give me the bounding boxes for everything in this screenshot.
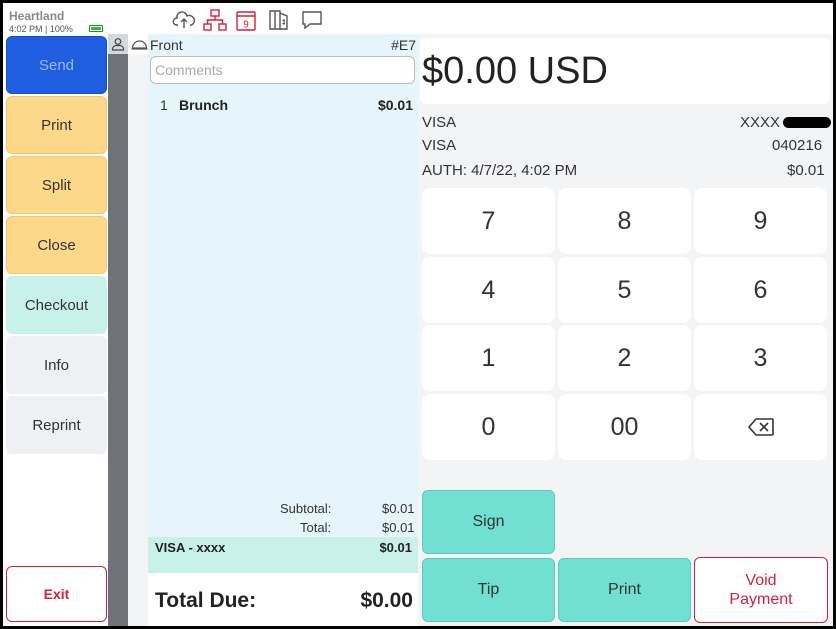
subtotal-value: $0.01 [382, 501, 415, 516]
calendar-day-text: 9 [243, 20, 249, 31]
total-due-value: $0.00 [360, 589, 413, 612]
keypad-1[interactable]: 1 [422, 325, 555, 391]
carrier-label: Heartland [9, 9, 65, 23]
receipt-icon[interactable] [267, 8, 291, 32]
keypad-4[interactable]: 4 [422, 257, 555, 323]
keypad-8[interactable]: 8 [558, 188, 691, 254]
battery-icon [89, 25, 103, 32]
void-payment-button[interactable]: Void Payment [694, 557, 828, 623]
close-button[interactable]: Close [6, 216, 107, 274]
payment-amount: $0.01 [379, 540, 412, 555]
checkout-button[interactable]: Checkout [6, 276, 107, 334]
total-due-label: Total Due: [155, 589, 257, 612]
card-type-label: VISA [422, 114, 457, 131]
clock-battery-text: 4:02 PM | 100% [9, 24, 73, 34]
send-button[interactable]: Send [6, 36, 107, 94]
card-number-redaction [783, 117, 831, 128]
amount-text: $0.00 USD [422, 50, 608, 92]
reprint-button[interactable]: Reprint [6, 396, 107, 454]
card-number-masked: XXXX [740, 114, 781, 131]
total-due-row: Total Due: $0.00 [148, 573, 418, 626]
tip-button[interactable]: Tip [422, 558, 555, 622]
print-receipt-button[interactable]: Print [558, 558, 691, 622]
person-icon [111, 38, 125, 51]
keypad-0[interactable]: 0 [422, 394, 555, 460]
split-button[interactable]: Split [6, 156, 107, 214]
amount-display: $0.00 USD [420, 38, 830, 104]
auth-timestamp: AUTH: 4/7/22, 4:02 PM [422, 162, 578, 179]
seat-divider-bar [108, 34, 128, 626]
keypad-6[interactable]: 6 [694, 257, 827, 323]
auth-code: 040216 [772, 137, 823, 154]
keypad-9[interactable]: 9 [694, 188, 827, 254]
item-name: Brunch [179, 97, 228, 113]
payment-method-label: VISA - xxxx [155, 540, 226, 555]
keypad-5[interactable]: 5 [558, 257, 691, 323]
comments-input[interactable] [150, 56, 415, 84]
action-sidebar: Send Print Split Close Checkout Info Rep… [3, 34, 108, 626]
subtotal-label: Subtotal: [280, 501, 332, 516]
total-value: $0.01 [382, 520, 415, 535]
print-check-button[interactable]: Print [6, 96, 107, 154]
network-icon[interactable] [203, 8, 227, 32]
keypad-00[interactable]: 00 [558, 394, 691, 460]
item-price: $0.01 [377, 97, 413, 113]
service-bell-icon [131, 40, 148, 50]
cloud-upload-icon[interactable] [172, 8, 196, 32]
keypad-2[interactable]: 2 [558, 325, 691, 391]
payment-row[interactable]: VISA - xxxx $0.01 [148, 537, 418, 573]
total-label: Total: [300, 520, 332, 535]
backspace-button[interactable] [694, 394, 827, 460]
check-number: #E7 [391, 37, 416, 53]
keypad-7[interactable]: 7 [422, 188, 555, 254]
exit-button[interactable]: Exit [6, 566, 107, 622]
sign-button[interactable]: Sign [422, 490, 555, 554]
info-button[interactable]: Info [6, 336, 107, 394]
dining-area-label: Front [150, 37, 183, 53]
keypad-3[interactable]: 3 [694, 325, 827, 391]
calendar-icon[interactable]: 9 [234, 8, 258, 32]
chat-icon[interactable] [300, 8, 324, 32]
auth-amount: $0.01 [787, 162, 825, 179]
item-quantity: 1 [160, 97, 168, 113]
seat-guest-tab[interactable] [108, 34, 128, 54]
void-label-line2: Payment [729, 591, 793, 608]
backspace-icon [747, 418, 774, 436]
card-type-label-2: VISA [422, 137, 457, 154]
status-bar: Heartland 4:02 PM | 100% 9 [3, 3, 833, 34]
void-label-line1: Void [745, 572, 777, 589]
